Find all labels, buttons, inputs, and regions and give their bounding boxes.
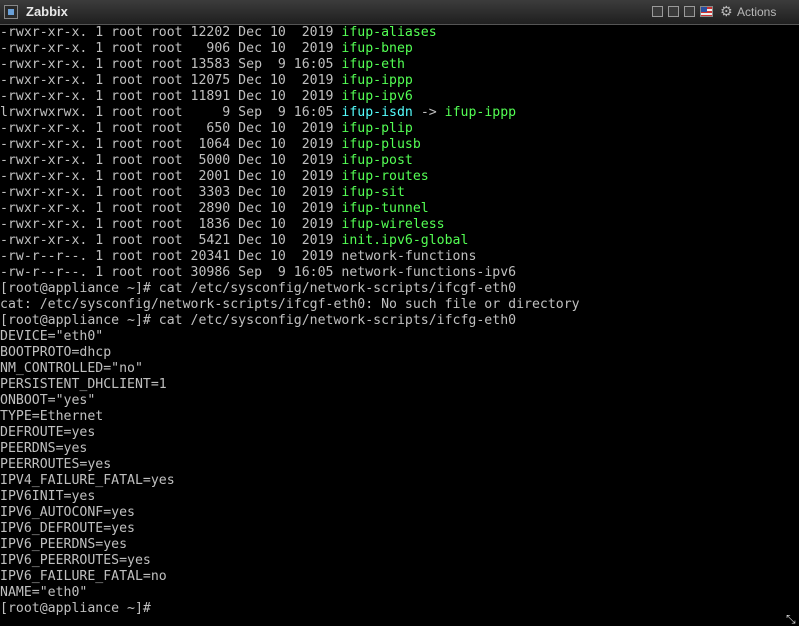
listing-attributes: -rwxr-xr-x. 1 root root 650 Dec 10 2019 <box>0 121 342 136</box>
file-name: ifup-isdn <box>341 105 413 120</box>
listing-attributes: -rw-r--r--. 1 root root 30986 Sep 9 16:0… <box>0 265 342 280</box>
console-line: IPV6_AUTOCONF=yes <box>0 505 135 520</box>
console-line: DEVICE="eth0" <box>0 329 104 344</box>
listing-row: -rwxr-xr-x. 1 root root 1064 Dec 10 2019… <box>0 137 421 153</box>
link-arrow: -> <box>412 105 445 120</box>
listing-row: -rwxr-xr-x. 1 root root 11891 Dec 10 201… <box>0 89 413 105</box>
listing-row: lrwxrwxrwx. 1 root root 9 Sep 9 16:05 if… <box>0 105 516 121</box>
actions-menu-button[interactable]: Actions <box>737 5 776 19</box>
file-name: ifup-wireless <box>341 217 445 232</box>
listing-attributes: -rwxr-xr-x. 1 root root 3303 Dec 10 2019 <box>0 185 342 200</box>
console-line: PEERROUTES=yes <box>0 457 112 472</box>
listing-attributes: -rwxr-xr-x. 1 root root 12202 Dec 10 201… <box>0 25 342 40</box>
listing-row: -rwxr-xr-x. 1 root root 3303 Dec 10 2019… <box>0 185 405 201</box>
window-titlebar: Zabbix ⚙ Actions <box>0 0 799 25</box>
console-line: ONBOOT="yes" <box>0 393 96 408</box>
listing-attributes: -rwxr-xr-x. 1 root root 5421 Dec 10 2019 <box>0 233 342 248</box>
console-line: TYPE=Ethernet <box>0 409 104 424</box>
console-line: PEERDNS=yes <box>0 441 88 456</box>
console-icon <box>4 5 18 19</box>
console-line: BOOTPROTO=dhcp <box>0 345 112 360</box>
console-line: IPV6_PEERDNS=yes <box>0 537 128 552</box>
gear-icon[interactable]: ⚙ <box>720 5 734 19</box>
listing-row: -rwxr-xr-x. 1 root root 5000 Dec 10 2019… <box>0 153 413 169</box>
listing-row: -rwxr-xr-x. 1 root root 906 Dec 10 2019 … <box>0 41 413 57</box>
file-name: ifup-aliases <box>341 25 437 40</box>
file-name: ifup-plusb <box>341 137 421 152</box>
minimize-button[interactable] <box>652 6 663 17</box>
file-name: ifup-bnep <box>341 41 413 56</box>
console-line: [root@appliance ~]# cat /etc/sysconfig/n… <box>0 281 517 296</box>
resize-grip-icon[interactable]: ⤡ <box>786 613 798 625</box>
listing-attributes: lrwxrwxrwx. 1 root root 9 Sep 9 16:05 <box>0 105 342 120</box>
listing-row: -rwxr-xr-x. 1 root root 12075 Dec 10 201… <box>0 73 413 89</box>
listing-attributes: -rwxr-xr-x. 1 root root 1836 Dec 10 2019 <box>0 217 342 232</box>
listing-row: -rw-r--r--. 1 root root 30986 Sep 9 16:0… <box>0 265 516 281</box>
console-line: IPV6_DEFROUTE=yes <box>0 521 135 536</box>
file-name: ifup-ippp <box>341 73 413 88</box>
file-name: ifup-tunnel <box>341 201 429 216</box>
listing-attributes: -rwxr-xr-x. 1 root root 2890 Dec 10 2019 <box>0 201 342 216</box>
listing-attributes: -rw-r--r--. 1 root root 20341 Dec 10 201… <box>0 249 342 264</box>
console-line: DEFROUTE=yes <box>0 425 96 440</box>
link-target: ifup-ippp <box>444 105 517 120</box>
console-line: NM_CONTROLLED="no" <box>0 361 143 376</box>
listing-attributes: -rwxr-xr-x. 1 root root 11891 Dec 10 201… <box>0 89 342 104</box>
console-line: PERSISTENT_DHCLIENT=1 <box>0 377 167 392</box>
file-name: ifup-eth <box>341 57 405 72</box>
console-line: IPV6_FAILURE_FATAL=no <box>0 569 167 584</box>
listing-attributes: -rwxr-xr-x. 1 root root 12075 Dec 10 201… <box>0 73 342 88</box>
us-flag-icon[interactable] <box>700 6 713 17</box>
console-line: IPV4_FAILURE_FATAL=yes <box>0 473 175 488</box>
console-line: [root@appliance ~]# cat /etc/sysconfig/n… <box>0 313 517 328</box>
listing-attributes: -rwxr-xr-x. 1 root root 906 Dec 10 2019 <box>0 41 342 56</box>
listing-row: -rwxr-xr-x. 1 root root 2001 Dec 10 2019… <box>0 169 429 185</box>
file-name: ifup-plip <box>341 121 413 136</box>
listing-row: -rwxr-xr-x. 1 root root 12202 Dec 10 201… <box>0 25 437 41</box>
listing-attributes: -rwxr-xr-x. 1 root root 13583 Sep 9 16:0… <box>0 57 342 72</box>
listing-row: -rwxr-xr-x. 1 root root 13583 Sep 9 16:0… <box>0 57 405 73</box>
listing-attributes: -rwxr-xr-x. 1 root root 2001 Dec 10 2019 <box>0 169 342 184</box>
file-name: network-functions <box>341 249 477 264</box>
file-name: init.ipv6-global <box>341 233 469 248</box>
restore-button[interactable] <box>668 6 679 17</box>
file-name: ifup-routes <box>341 169 429 184</box>
console-line: IPV6INIT=yes <box>0 489 96 504</box>
console-line: NAME="eth0" <box>0 585 88 600</box>
terminal-console[interactable]: -rwxr-xr-x. 1 root root 12202 Dec 10 201… <box>0 25 799 626</box>
window-title: Zabbix <box>26 4 68 19</box>
fullscreen-button[interactable] <box>684 6 695 17</box>
listing-row: -rw-r--r--. 1 root root 20341 Dec 10 201… <box>0 249 476 265</box>
console-line: [root@appliance ~]# <box>0 601 151 616</box>
file-name: ifup-post <box>341 153 413 168</box>
listing-attributes: -rwxr-xr-x. 1 root root 5000 Dec 10 2019 <box>0 153 342 168</box>
file-name: ifup-sit <box>341 185 405 200</box>
file-name: network-functions-ipv6 <box>341 265 517 280</box>
listing-row: -rwxr-xr-x. 1 root root 5421 Dec 10 2019… <box>0 233 468 249</box>
listing-row: -rwxr-xr-x. 1 root root 2890 Dec 10 2019… <box>0 201 429 217</box>
listing-attributes: -rwxr-xr-x. 1 root root 1064 Dec 10 2019 <box>0 137 342 152</box>
console-line: IPV6_PEERROUTES=yes <box>0 553 151 568</box>
listing-row: -rwxr-xr-x. 1 root root 1836 Dec 10 2019… <box>0 217 445 233</box>
console-line: cat: /etc/sysconfig/network-scripts/ifcg… <box>0 297 580 312</box>
file-name: ifup-ipv6 <box>341 89 413 104</box>
listing-row: -rwxr-xr-x. 1 root root 650 Dec 10 2019 … <box>0 121 413 137</box>
